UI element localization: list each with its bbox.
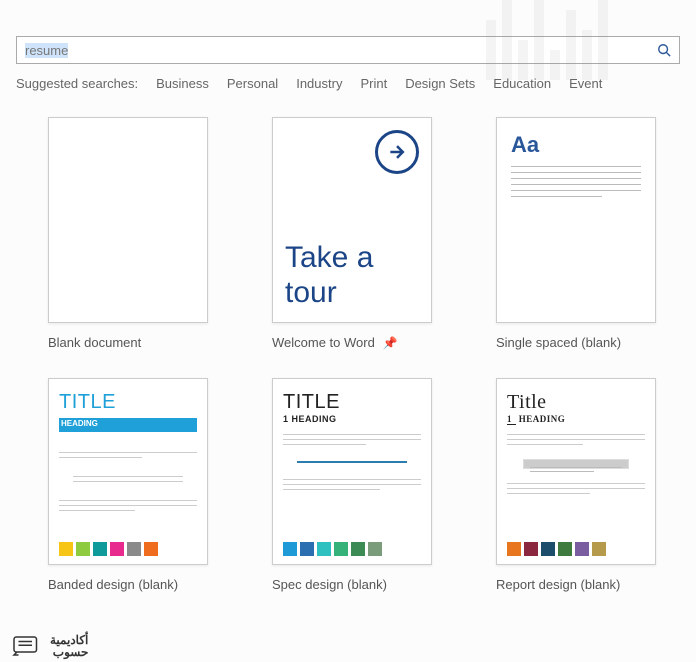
placeholder-lines [507,434,645,498]
template-thumb: Take a tour [272,117,432,323]
thumb-title: TITLE [59,391,197,414]
template-thumb: TITLE HEADING [48,378,208,565]
swatch [334,542,348,556]
suggested-link[interactable]: Personal [227,76,278,91]
suggested-label: Suggested searches: [16,76,138,91]
color-swatches [59,542,197,556]
swatch [76,542,90,556]
swatch [127,542,141,556]
thumb-heading: 1 HEADING [283,414,421,424]
swatch [507,542,521,556]
template-tile-banded[interactable]: TITLE HEADING Banded design (blank) [48,378,238,565]
tour-text: Take a tour [285,241,419,310]
swatch [93,542,107,556]
swatch [541,542,555,556]
swatch [524,542,538,556]
suggested-link[interactable]: Industry [296,76,342,91]
hsoub-logo-icon [8,634,44,658]
swatch [110,542,124,556]
swatch [283,542,297,556]
background-decoration [486,0,696,80]
template-caption: Banded design (blank) [48,577,178,592]
swatch [300,542,314,556]
swatch [592,542,606,556]
template-tile-welcome[interactable]: Take a tour Welcome to Word 📌 [272,117,462,350]
template-caption: Blank document [48,335,141,350]
template-caption: Welcome to Word [272,335,375,350]
arrow-right-circle-icon [375,130,419,174]
template-tile-spec[interactable]: TITLE 1 HEADING Spec design (blank) [272,378,462,565]
thumb-heading-band: HEADING [59,418,197,432]
aa-label: Aa [511,132,641,158]
swatch [575,542,589,556]
swatch [59,542,73,556]
template-caption: Report design (blank) [496,577,620,592]
watermark-text: أكاديمية حسوب [50,634,88,658]
template-grid: Blank document Take a tour Welcome to Wo… [0,91,696,565]
template-thumb: Title 1 HEADING [496,378,656,565]
template-tile-blank[interactable]: Blank document [48,117,238,350]
thumb-heading: 1 HEADING [507,414,645,424]
watermark-logo: أكاديمية حسوب [8,634,88,658]
thumb-title: Title [507,391,645,414]
template-caption: Spec design (blank) [272,577,387,592]
template-tile-single-spaced[interactable]: Aa Single spaced (blank) [496,117,686,350]
placeholder-lines [59,452,197,515]
color-swatches [283,542,421,556]
swatch [144,542,158,556]
pin-icon[interactable]: 📌 [383,336,398,350]
color-swatches [507,542,645,556]
placeholder-lines [511,166,641,197]
swatch [558,542,572,556]
swatch [351,542,365,556]
suggested-link[interactable]: Print [360,76,387,91]
template-tile-report[interactable]: Title 1 HEADING Report design (blank) [496,378,686,565]
swatch [317,542,331,556]
template-thumb [48,117,208,323]
swatch [368,542,382,556]
thumb-title: TITLE [283,391,421,414]
template-thumb: Aa [496,117,656,323]
suggested-link[interactable]: Design Sets [405,76,475,91]
template-caption: Single spaced (blank) [496,335,621,350]
suggested-link[interactable]: Business [156,76,209,91]
placeholder-lines [283,434,421,494]
template-thumb: TITLE 1 HEADING [272,378,432,565]
